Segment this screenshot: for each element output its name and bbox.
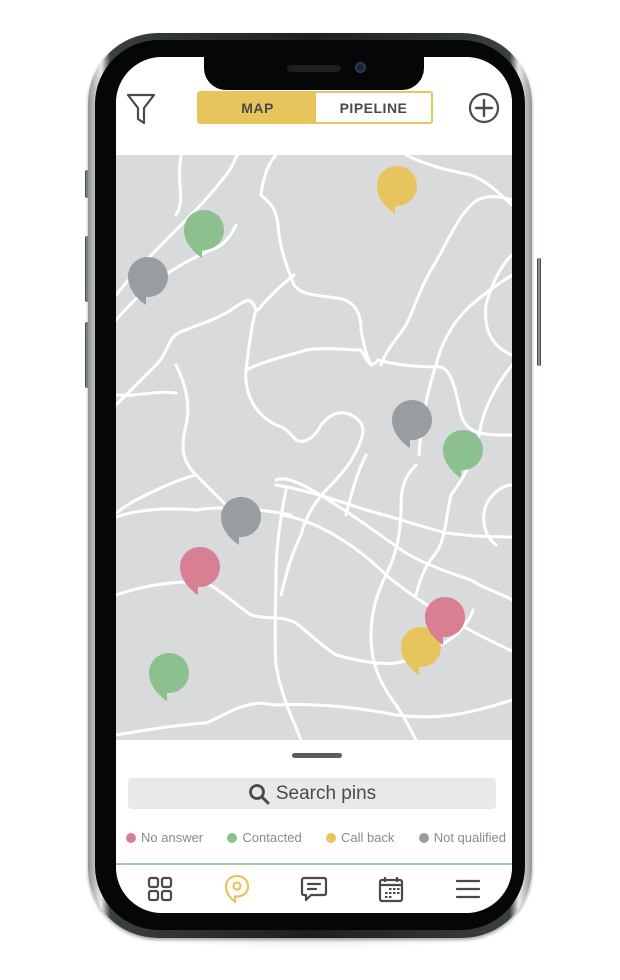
- phone-speaker: [287, 65, 341, 72]
- nav-tab-map[interactable]: [217, 871, 257, 907]
- pin-marker-icon: [221, 497, 261, 545]
- nav-tab-messages[interactable]: [294, 871, 334, 907]
- pin-marker-icon: [184, 210, 224, 258]
- legend-dot: [227, 832, 238, 843]
- legend-label: Not qualified: [433, 830, 506, 845]
- grid-icon: [148, 876, 173, 902]
- legend-label: Contacted: [242, 830, 302, 845]
- phone-camera: [355, 62, 366, 73]
- map-pin-not-qualified[interactable]: [220, 496, 262, 546]
- nav-tab-menu[interactable]: [448, 871, 488, 907]
- sheet-drag-handle[interactable]: [292, 753, 342, 758]
- add-pin-button[interactable]: [468, 92, 500, 124]
- pin-marker-icon: [392, 400, 432, 448]
- legend-label: Call back: [340, 830, 395, 845]
- legend-not-qualified: Not qualified: [418, 830, 506, 845]
- bottom-nav: [116, 865, 512, 913]
- pin-marker-icon: [377, 166, 417, 214]
- legend-dot: [325, 832, 336, 843]
- legend-label: No answer: [141, 830, 204, 845]
- map-pin-no-answer[interactable]: [179, 546, 221, 596]
- pin-marker-icon: [149, 653, 189, 701]
- chat-icon: [300, 876, 328, 902]
- legend-no-answer: No answer: [126, 830, 203, 845]
- map-pin-not-qualified[interactable]: [127, 256, 169, 306]
- tab-map[interactable]: MAP: [199, 93, 316, 122]
- map-pin-contacted[interactable]: [442, 429, 484, 479]
- map-pin-call-back[interactable]: [376, 165, 418, 215]
- filter-icon: [126, 93, 156, 125]
- phone-power-button: [537, 258, 541, 366]
- pin-marker-icon: [443, 430, 483, 478]
- search-pins-label: Search pins: [275, 782, 377, 804]
- map-pin-contacted[interactable]: [183, 209, 225, 259]
- status-legend: No answer Contacted Call back Not qualif…: [126, 830, 506, 845]
- map-pin-icon: [225, 874, 250, 904]
- map-pin-contacted[interactable]: [148, 652, 190, 702]
- nav-tab-calendar[interactable]: [371, 871, 411, 907]
- view-toggle: MAP PIPELINE: [197, 91, 433, 124]
- search-icon: [248, 783, 270, 804]
- app-screen: MAP PIPELINE Search pins No answer Conta…: [116, 57, 512, 913]
- legend-dot: [126, 832, 136, 843]
- search-pins-field[interactable]: Search pins: [128, 778, 496, 809]
- plus-circle-icon: [468, 92, 500, 124]
- calendar-icon: [378, 877, 403, 903]
- pin-marker-icon: [425, 597, 465, 645]
- pin-marker-icon: [128, 257, 168, 305]
- map-pin-no-answer[interactable]: [424, 596, 466, 646]
- filter-button[interactable]: [126, 92, 156, 126]
- hamburger-menu-icon: [455, 879, 480, 899]
- map-pin-not-qualified[interactable]: [391, 399, 433, 449]
- pin-marker-icon: [180, 547, 220, 595]
- tab-pipeline[interactable]: PIPELINE: [316, 93, 431, 122]
- nav-tab-dashboard[interactable]: [140, 871, 180, 907]
- legend-contacted: Contacted: [227, 830, 302, 845]
- legend-dot: [418, 832, 429, 843]
- bottom-sheet: Search pins No answer Contacted Call bac…: [116, 740, 512, 864]
- legend-call-back: Call back: [325, 830, 395, 845]
- map-view[interactable]: [116, 155, 512, 740]
